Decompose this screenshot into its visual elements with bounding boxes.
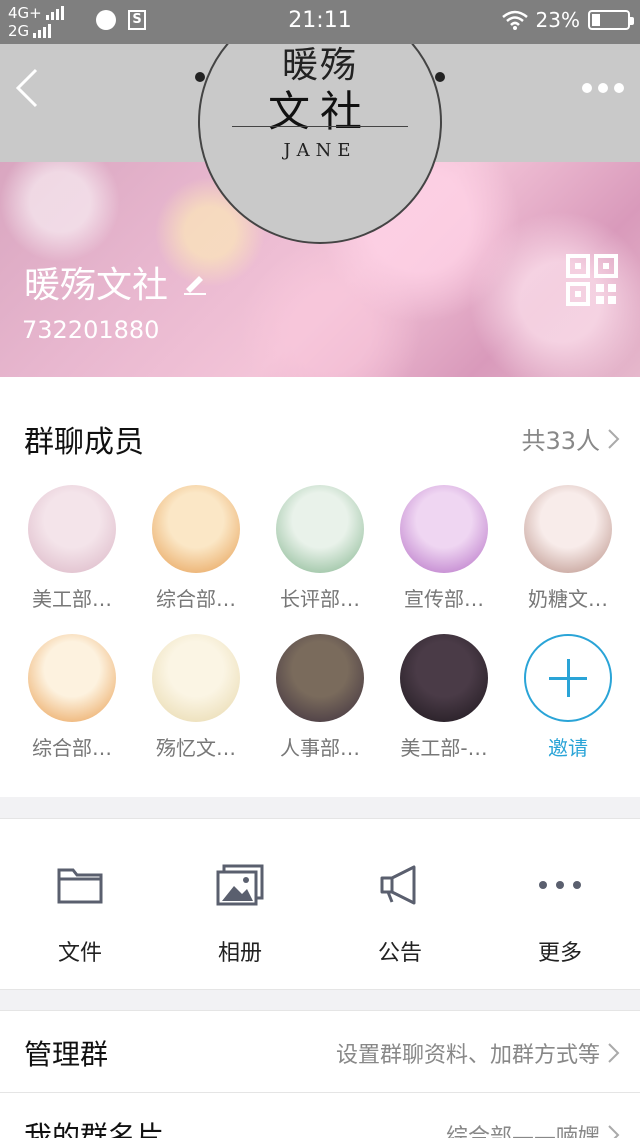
folder-icon — [56, 863, 104, 907]
member-item[interactable]: 综合部… — [10, 634, 134, 761]
group-tools-row: 文件 相册 公告 更多 — [0, 818, 640, 990]
member-avatar — [276, 485, 364, 573]
member-name: 宣传部… — [404, 587, 484, 611]
member-item[interactable]: 综合部… — [134, 485, 258, 612]
member-name: 美工部-… — [400, 736, 488, 760]
tool-label: 更多 — [537, 941, 582, 966]
manage-group-row[interactable]: 管理群 设置群聊资料、加群方式等 — [0, 1010, 640, 1092]
member-avatar — [28, 485, 116, 573]
member-item[interactable]: 长评部… — [258, 485, 382, 612]
tool-files[interactable]: 文件 — [0, 819, 160, 989]
member-avatar — [400, 634, 488, 722]
member-avatar — [276, 634, 364, 722]
edit-pencil-icon[interactable] — [182, 269, 208, 295]
more-icon — [536, 863, 584, 907]
member-avatar-grid: 美工部… 综合部… 长评部… 宣传部… 奶糖文… 综合部… 殇忆文… 人事部… 美工部-… 邀请 — [0, 485, 640, 761]
member-name: 综合部… — [32, 736, 112, 760]
logo-main: 文社 — [267, 87, 372, 136]
member-item[interactable]: 人事部… — [258, 634, 382, 761]
invite-label: 邀请 — [548, 736, 588, 760]
member-item[interactable]: 宣传部… — [382, 485, 506, 612]
my-group-card-row[interactable]: 我的群名片 综合部——喃嫼 — [0, 1092, 640, 1138]
member-avatar — [152, 634, 240, 722]
tool-label: 公告 — [377, 941, 422, 966]
member-name: 长评部… — [280, 587, 360, 611]
invite-button[interactable]: 邀请 — [506, 634, 630, 761]
logo-sub: JANE — [283, 140, 357, 161]
album-icon — [216, 863, 264, 907]
group-name: 暖殇文社 — [24, 265, 169, 306]
plus-icon — [549, 659, 587, 697]
tool-announcement[interactable]: 公告 — [320, 819, 480, 989]
tool-more[interactable]: 更多 — [480, 819, 640, 989]
group-number: 732201880 — [22, 316, 160, 344]
member-name: 殇忆文… — [156, 736, 236, 760]
status-bar: 4G+ 2G S 21:11 23% — [0, 0, 640, 44]
member-item[interactable]: 美工部… — [10, 485, 134, 612]
row-value: 综合部——喃嫼 — [445, 1125, 600, 1138]
chevron-right-icon — [608, 1125, 620, 1138]
member-item[interactable]: 殇忆文… — [134, 634, 258, 761]
group-name-row[interactable]: 暖殇文社 — [24, 256, 208, 308]
back-arrow-icon — [15, 68, 38, 108]
member-avatar — [524, 485, 612, 573]
chevron-right-icon — [608, 428, 620, 449]
member-item[interactable]: 奶糖文… — [506, 485, 630, 612]
qr-code-icon[interactable] — [566, 254, 618, 306]
battery-icon — [588, 10, 634, 30]
megaphone-icon — [376, 863, 424, 907]
member-avatar — [400, 485, 488, 573]
member-avatar — [152, 485, 240, 573]
members-count: 共33人 — [521, 427, 600, 455]
battery-level — [592, 14, 600, 26]
row-label: 管理群 — [24, 1038, 109, 1071]
member-avatar — [28, 634, 116, 722]
back-button[interactable] — [12, 66, 52, 110]
members-count-link[interactable]: 共33人 — [521, 421, 620, 456]
tool-label: 文件 — [57, 941, 102, 966]
more-dots-icon — [582, 83, 592, 93]
member-name: 人事部… — [280, 736, 360, 760]
group-members-section: 群聊成员 共33人 美工部… 综合部… 长评部… 宣传部… 奶糖文… 综合部… 殇忆文… 人事… — [0, 377, 640, 797]
member-item[interactable]: 美工部-… — [382, 634, 506, 761]
member-name: 美工部… — [32, 587, 112, 611]
more-options-button[interactable] — [582, 80, 626, 96]
row-value: 设置群聊资料、加群方式等 — [335, 1043, 600, 1068]
chevron-right-icon — [608, 1043, 620, 1063]
tool-label: 相册 — [217, 941, 262, 966]
members-title: 群聊成员 — [24, 425, 144, 460]
tool-album[interactable]: 相册 — [160, 819, 320, 989]
row-label: 我的群名片 — [24, 1120, 165, 1138]
member-name: 奶糖文… — [528, 587, 608, 611]
group-header: 暖殇 文社 JANE 暖殇文社 732201880 — [0, 44, 640, 377]
member-name: 综合部… — [156, 587, 236, 611]
wifi-icon — [501, 10, 528, 30]
invite-circle — [524, 634, 612, 722]
battery-percent: 23% — [535, 8, 580, 32]
